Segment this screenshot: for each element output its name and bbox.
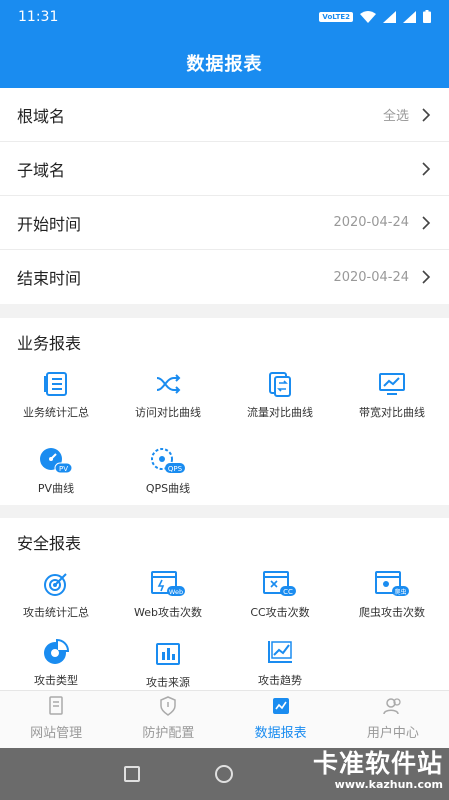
report-qps-curve[interactable]: QPS QPS曲线 [112, 446, 224, 496]
report-business-summary[interactable]: 业务统计汇总 [0, 370, 112, 420]
report-label: CC攻击次数 [250, 606, 310, 619]
chevron-right-icon [422, 107, 431, 122]
pie-chart-icon [44, 638, 70, 664]
report-cc-attack[interactable]: CC CC攻击次数 [224, 570, 336, 620]
crawler-attack-icon: 爬虫 [375, 571, 409, 596]
tab-site-management[interactable]: 网站管理 [0, 691, 112, 749]
volte-badge: VoLTE2 [319, 11, 353, 22]
svg-text:爬虫: 爬虫 [394, 588, 406, 596]
report-crawler-attack[interactable]: 爬虫 爬虫攻击次数 [336, 570, 448, 620]
status-icons: VoLTE2 [319, 10, 431, 23]
filter-value: 2020-04-24 [333, 215, 409, 230]
report-attack-type[interactable]: 攻击类型 [0, 638, 112, 688]
report-label: 爬虫攻击次数 [359, 606, 425, 619]
watermark: 卡准软件站 www.kazhun.com [313, 750, 443, 792]
home-button[interactable] [215, 765, 233, 783]
report-attack-source[interactable]: 攻击来源 [112, 640, 224, 690]
section-title: 业务报表 [17, 334, 82, 353]
watermark-name: 卡准软件站 [312, 749, 443, 778]
page-title: 数据报表 [186, 54, 263, 75]
report-traffic-compare[interactable]: 流量对比曲线 [224, 370, 336, 420]
monitor-chart-icon [379, 373, 405, 395]
trend-icon [268, 641, 292, 663]
tab-label: 用户中心 [366, 726, 419, 741]
filter-label: 根域名 [17, 106, 66, 126]
chevron-right-icon [422, 270, 431, 284]
shuffle-icon [156, 374, 181, 394]
watermark-url: www.kazhun.com [334, 778, 443, 791]
tab-user-center[interactable]: 用户中心 [337, 691, 449, 749]
filter-label: 子域名 [17, 160, 66, 180]
section-title: 安全报表 [17, 534, 82, 553]
tab-data-reports[interactable]: 数据报表 [225, 691, 337, 749]
cc-attack-icon: CC [263, 571, 296, 596]
filter-root-domain[interactable]: 根域名 全选 [0, 88, 449, 142]
stats-list-icon [44, 372, 67, 396]
filter-label: 结束时间 [17, 269, 82, 288]
bottom-tab-bar: 网站管理 防护配置 数据报表 用户中心 [0, 690, 449, 749]
qps-gauge-icon: QPS [151, 448, 185, 473]
tab-label: 网站管理 [30, 726, 83, 741]
svg-text:PV: PV [59, 465, 68, 473]
report-label: 业务统计汇总 [23, 406, 89, 419]
document-icon [49, 696, 63, 715]
svg-text:CC: CC [283, 588, 293, 596]
filter-sub-domain[interactable]: 子域名 [0, 142, 449, 196]
chevron-right-icon [422, 161, 431, 176]
tab-label: 数据报表 [254, 726, 307, 741]
tab-protection-config[interactable]: 防护配置 [112, 691, 224, 749]
report-label: Web攻击次数 [134, 606, 202, 619]
filter-end-time[interactable]: 结束时间 2020-04-24 [0, 250, 449, 304]
wifi-icon [360, 10, 376, 23]
tab-label: 防护配置 [142, 726, 195, 741]
report-bandwidth-compare[interactable]: 带宽对比曲线 [336, 370, 448, 420]
report-label: 攻击统计汇总 [23, 606, 89, 619]
svg-text:Web: Web [169, 588, 183, 596]
report-attack-summary[interactable]: 攻击统计汇总 [0, 570, 112, 620]
report-label: 攻击趋势 [258, 674, 302, 687]
filter-list: 根域名 全选 子域名 开始时间 2020-04-24 结束时间 2020-04-… [0, 88, 449, 304]
bar-chart-icon [156, 643, 180, 665]
pv-gauge-icon: PV [40, 448, 73, 474]
report-label: 攻击来源 [146, 676, 190, 689]
report-attack-trend[interactable]: 攻击趋势 [224, 638, 336, 688]
shield-icon [160, 696, 177, 716]
report-label: 访问对比曲线 [135, 406, 201, 419]
traffic-icon [269, 372, 291, 397]
signal-icon-2 [403, 10, 416, 23]
filter-value: 2020-04-24 [333, 269, 409, 285]
users-icon [383, 698, 401, 715]
signal-icon [383, 10, 396, 23]
report-label: PV曲线 [37, 482, 75, 495]
filter-start-time[interactable]: 开始时间 2020-04-24 [0, 196, 449, 250]
report-label: 带宽对比曲线 [359, 406, 425, 419]
battery-icon [423, 10, 431, 23]
chevron-right-icon [422, 215, 431, 230]
status-time: 11:31 [18, 9, 59, 25]
target-icon [44, 573, 67, 596]
business-reports-section: 业务报表 业务统计汇总 访问对比曲线 流量对比曲线 带宽对比曲线 PV PV曲线… [0, 318, 449, 505]
recents-button[interactable] [124, 766, 140, 782]
filter-value: 全选 [382, 109, 409, 124]
filter-label: 开始时间 [17, 214, 82, 234]
web-attack-icon: Web [151, 571, 185, 596]
report-pv-curve[interactable]: PV PV曲线 [0, 446, 112, 496]
chart-icon [272, 698, 289, 714]
security-reports-section: 安全报表 攻击统计汇总 Web Web攻击次数 CC CC攻击次数 爬虫 爬虫攻… [0, 518, 449, 690]
app-header: 11:31 VoLTE2 数据报表 [0, 0, 449, 88]
report-visit-compare[interactable]: 访问对比曲线 [112, 370, 224, 420]
report-label: 流量对比曲线 [247, 406, 313, 419]
report-web-attack[interactable]: Web Web攻击次数 [112, 570, 224, 620]
report-label: 攻击类型 [34, 674, 78, 687]
svg-text:QPS: QPS [168, 465, 183, 473]
report-label: QPS曲线 [145, 482, 191, 495]
